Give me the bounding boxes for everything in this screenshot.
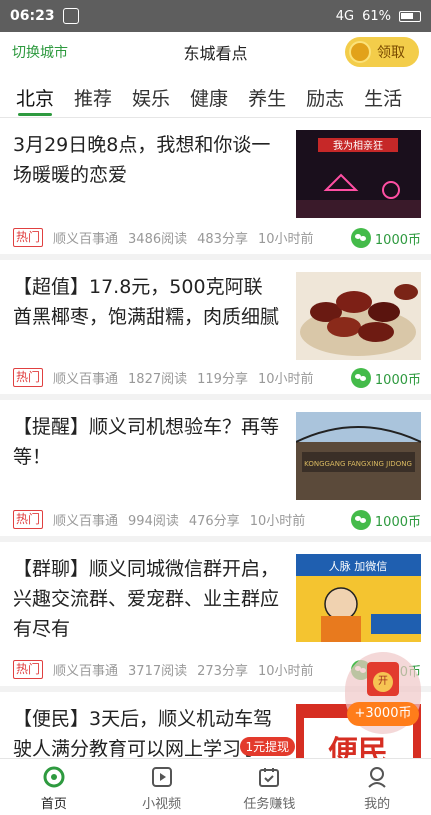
nav-label: 首页: [40, 797, 67, 812]
task-calendar-icon: [259, 768, 280, 787]
reward-amount: 1000币: [374, 232, 421, 248]
tab-inspiration[interactable]: 励志: [306, 78, 344, 118]
thumb-caption: 人脉 加微信: [329, 559, 388, 573]
notification-icon: [62, 8, 79, 24]
red-packet-button[interactable]: 开 +3000币: [345, 652, 421, 734]
article-title: 【提醒】顺义司机想验车？再等等！: [13, 416, 280, 468]
wechat-icon: [350, 510, 371, 530]
tab-entertainment[interactable]: 娱乐: [132, 78, 170, 118]
reward-badge[interactable]: 1000币: [350, 510, 421, 530]
red-packet-amount: +3000币: [347, 702, 419, 726]
article-item[interactable]: 【超值】17.8元，500克阿联酋黑椰枣，饱满甜糯，肉质细腻 热门 顺义百事通 …: [0, 260, 431, 400]
article-thumbnail: KONGGANG FANGXING JIDONG: [296, 412, 421, 500]
article-thumbnail: 人脉 加微信: [296, 554, 421, 642]
category-tabs: 北京 推荐 娱乐 健康 养生 励志 生活: [0, 78, 431, 118]
status-bar: 06:23 4G 61%: [0, 0, 431, 32]
open-label: 开: [373, 672, 393, 692]
nav-profile[interactable]: 我的: [323, 759, 431, 815]
battery-percent: 61%: [362, 8, 391, 24]
article-source: 顺义百事通: [53, 514, 119, 529]
article-item[interactable]: 【提醒】顺义司机想验车？再等等！ KONGGANG FANGXING JIDON…: [0, 400, 431, 542]
wechat-icon: [350, 228, 371, 248]
battery-icon: [399, 10, 421, 22]
claim-label: 领取: [377, 45, 405, 61]
tab-recommend[interactable]: 推荐: [74, 78, 112, 118]
claim-button[interactable]: 领取: [345, 37, 419, 67]
article-time: 10小时前: [257, 232, 314, 247]
article-item[interactable]: 3月29日晚8点，我想和你谈一场暖暖的恋爱 我为相亲狂 热门 顺义百事通 348…: [0, 118, 431, 260]
article-source: 顺义百事通: [53, 232, 119, 247]
article-reads: 3717阅读: [128, 664, 188, 679]
switch-city-link[interactable]: 切换城市: [12, 42, 68, 62]
nav-home[interactable]: 首页: [0, 759, 108, 815]
nav-label: 小视频: [142, 797, 182, 812]
tab-wellness[interactable]: 养生: [248, 78, 286, 118]
article-time: 10小时前: [257, 372, 314, 387]
article-reads: 3486阅读: [128, 232, 188, 247]
reward-badge[interactable]: 1000币: [350, 368, 421, 388]
thumb-caption: 便民: [328, 735, 388, 758]
tab-beijing[interactable]: 北京: [16, 78, 54, 118]
video-icon: [151, 767, 172, 787]
article-title: 【群聊】顺义同城微信群开启，兴趣交流群、爱宠群、业主群应有尽有: [13, 558, 280, 640]
tab-life[interactable]: 生活: [364, 78, 402, 118]
status-right: 4G 61%: [336, 9, 421, 24]
hot-badge: 热门: [13, 510, 44, 529]
article-shares: 273分享: [197, 664, 248, 679]
article-thumbnail: 我为相亲狂: [296, 130, 421, 218]
nav-tasks[interactable]: 1元提现 任务赚钱: [216, 737, 324, 815]
article-reads: 1827阅读: [128, 372, 188, 387]
hot-badge: 热门: [13, 228, 44, 247]
status-time: 06:23: [10, 8, 55, 24]
article-shares: 483分享: [197, 232, 248, 247]
article-shares: 476分享: [188, 514, 240, 529]
hot-badge: 热门: [13, 368, 44, 387]
article-time: 10小时前: [257, 664, 314, 679]
article-thumbnail: [296, 272, 421, 360]
article-title: 3月29日晚8点，我想和你谈一场暖暖的恋爱: [13, 134, 271, 186]
thumb-caption: KONGGANG FANGXING JIDONG: [304, 460, 412, 468]
profile-icon: [368, 767, 386, 788]
nav-short-video[interactable]: 小视频: [108, 759, 216, 815]
coin-icon: [349, 41, 371, 63]
article-source: 顺义百事通: [53, 372, 119, 387]
reward-badge[interactable]: 1000币: [350, 228, 421, 248]
reward-amount: 1000币: [374, 372, 421, 388]
article-time: 10小时前: [249, 514, 306, 529]
network-label: 4G: [335, 8, 355, 24]
home-icon: [43, 766, 65, 788]
article-source: 顺义百事通: [53, 664, 119, 679]
article-title: 【超值】17.8元，500克阿联酋黑椰枣，饱满甜糯，肉质细腻: [13, 276, 280, 328]
tab-health[interactable]: 健康: [190, 78, 228, 118]
thumb-caption: 我为相亲狂: [333, 139, 383, 152]
withdraw-badge[interactable]: 1元提现: [239, 737, 296, 756]
reward-amount: 1000币: [374, 514, 421, 530]
header: 切换城市 东城看点 领取: [0, 32, 431, 72]
article-reads: 994阅读: [128, 514, 179, 529]
hot-badge: 热门: [13, 660, 44, 679]
bottom-nav: 首页 小视频 1元提现 任务赚钱 我的: [0, 737, 431, 815]
nav-label: 我的: [364, 797, 391, 812]
article-shares: 119分享: [197, 372, 248, 387]
nav-label: 任务赚钱: [243, 797, 296, 812]
wechat-icon: [350, 368, 371, 388]
